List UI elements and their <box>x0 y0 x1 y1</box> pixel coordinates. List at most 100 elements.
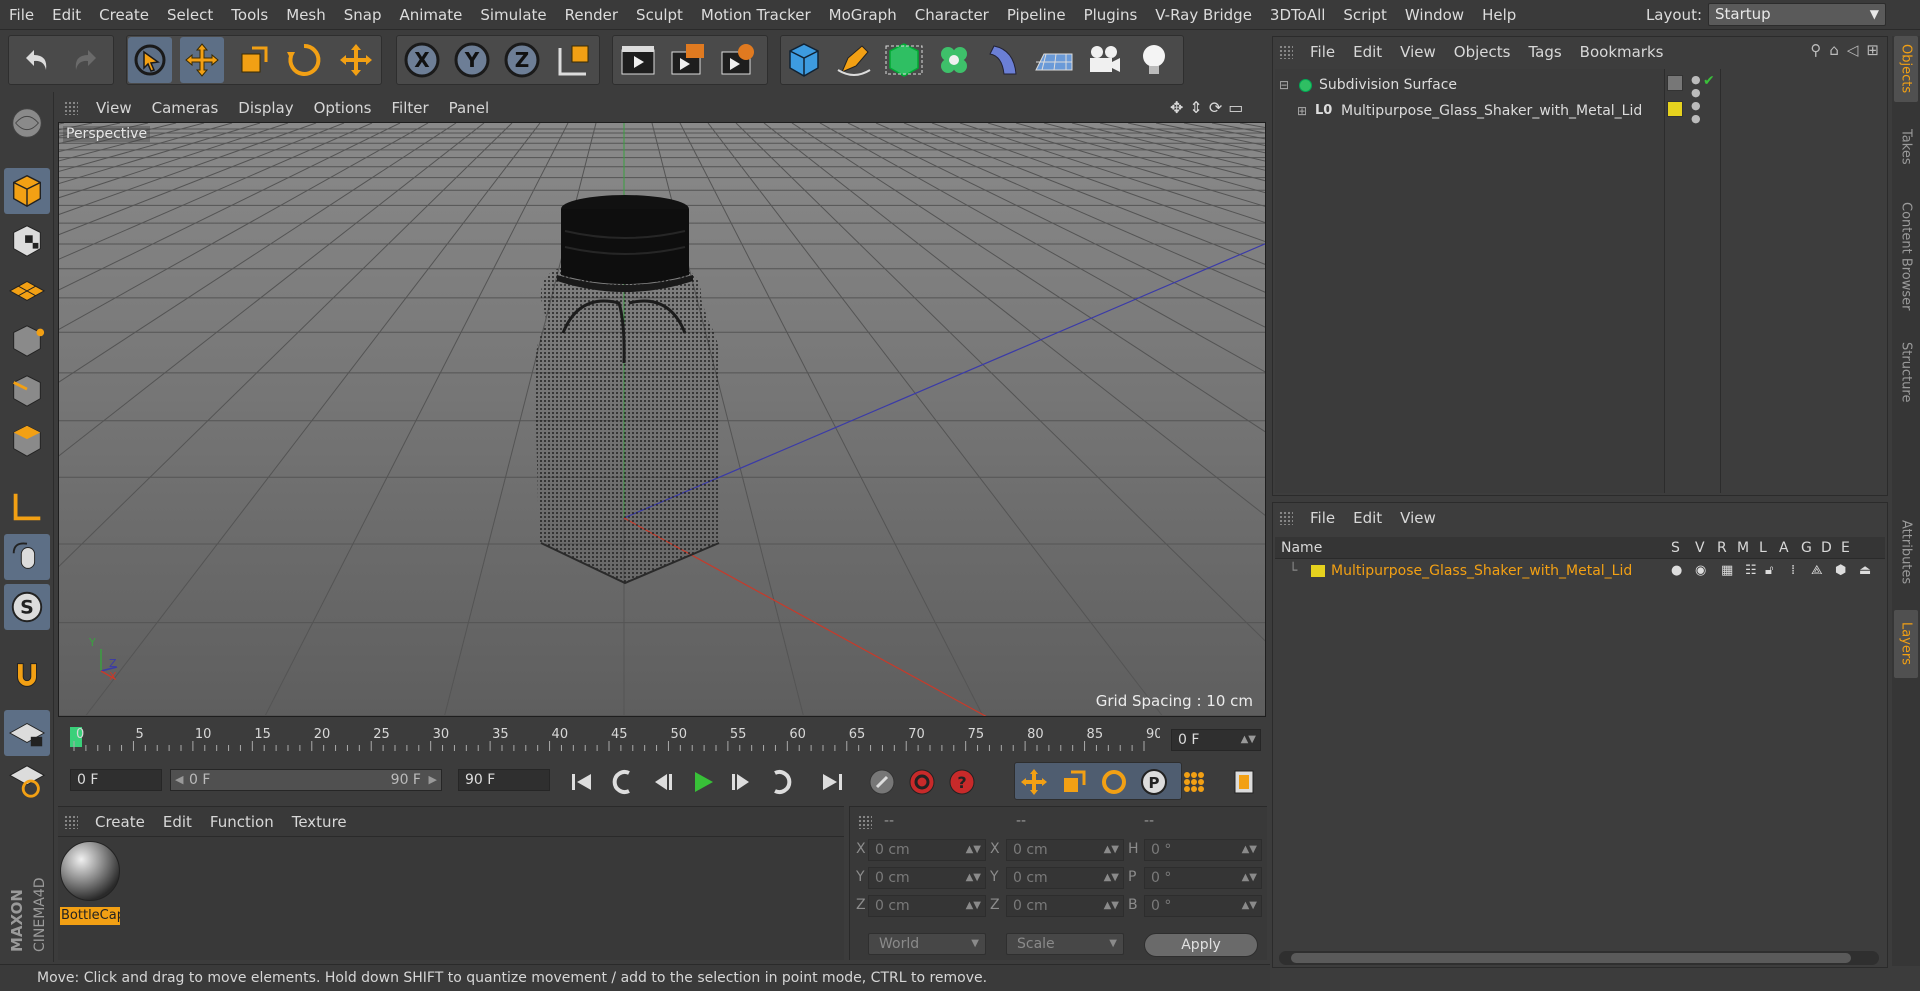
menu-select[interactable]: Select <box>158 6 222 24</box>
scale-icon[interactable] <box>232 37 276 83</box>
search-icon[interactable]: ⚲ <box>1810 41 1821 59</box>
menu-sculpt[interactable]: Sculpt <box>627 6 692 24</box>
menu-3dtoall[interactable]: 3DToAll <box>1261 6 1334 24</box>
floor-icon[interactable] <box>1032 37 1076 83</box>
key-scale-icon[interactable] <box>1056 764 1092 800</box>
menu-mesh[interactable]: Mesh <box>277 6 335 24</box>
back-icon[interactable]: ◁ <box>1847 41 1859 59</box>
viewport-menu-cameras[interactable]: Cameras <box>142 99 229 117</box>
expression-icon[interactable]: ⏏ <box>1859 559 1871 583</box>
menu-simulate[interactable]: Simulate <box>471 6 555 24</box>
menu-render[interactable]: Render <box>556 6 627 24</box>
tab-objects[interactable]: Objects <box>1894 36 1918 102</box>
stepper-icon[interactable]: ▲▼ <box>1104 868 1119 888</box>
rotate-icon[interactable] <box>282 37 326 83</box>
menu-window[interactable]: Window <box>1396 6 1473 24</box>
menu-edit[interactable]: Edit <box>43 6 90 24</box>
render-view-icon[interactable] <box>616 37 660 83</box>
deformer-icon[interactable] <box>982 37 1026 83</box>
layer-row[interactable]: └ Multipurpose_Glass_Shaker_with_Metal_L… <box>1275 559 1885 583</box>
solo-dot-icon[interactable]: ● <box>1671 559 1682 583</box>
layer-column-a[interactable]: A <box>1779 537 1789 559</box>
material-menu-create[interactable]: Create <box>86 813 154 831</box>
stepper-icon[interactable]: ▲▼ <box>1104 840 1119 860</box>
layer-menu-view[interactable]: View <box>1391 509 1445 527</box>
stepper-icon[interactable]: ▲▼ <box>966 840 981 860</box>
object-menu-file[interactable]: File <box>1301 43 1344 61</box>
key-parameter-icon[interactable]: P <box>1136 764 1172 800</box>
viewport-menu-display[interactable]: Display <box>228 99 303 117</box>
edges-mode-icon[interactable] <box>4 368 50 414</box>
coord-field[interactable]: 0 cm ▲▼ <box>1006 867 1124 889</box>
stepper-icon[interactable]: ▲▼ <box>1242 868 1257 888</box>
coord-field[interactable]: 0 cm ▲▼ <box>868 839 986 861</box>
orbit-view-icon[interactable]: ⟳ <box>1209 98 1222 117</box>
generator-icon[interactable]: ⟁ <box>1811 559 1823 583</box>
autokey-icon[interactable] <box>904 764 940 800</box>
texture-mode-icon[interactable] <box>4 218 50 264</box>
object-menu-view[interactable]: View <box>1391 43 1445 61</box>
keyframe-selection-icon[interactable]: ? <box>944 764 980 800</box>
layer-column-m[interactable]: M <box>1737 537 1749 559</box>
redo-icon[interactable] <box>64 37 108 83</box>
key-rotation-icon[interactable] <box>1096 764 1132 800</box>
menu-create[interactable]: Create <box>90 6 158 24</box>
lock-icon[interactable]: 🔓︎ <box>1765 559 1773 583</box>
previous-key-icon[interactable] <box>604 764 640 800</box>
layer-tag-icon[interactable] <box>1667 75 1683 91</box>
layer-column-r[interactable]: R <box>1717 537 1727 559</box>
material-menu-function[interactable]: Function <box>201 813 283 831</box>
light-icon[interactable] <box>1132 37 1176 83</box>
timeline-window-icon[interactable] <box>1226 764 1262 800</box>
layer-column-e[interactable]: E <box>1841 537 1850 559</box>
enabled-check-icon[interactable]: ✔ <box>1703 73 1715 89</box>
current-frame-field[interactable]: 0 F ▲▼ <box>1171 729 1261 751</box>
layer-column-name[interactable]: Name <box>1281 537 1322 559</box>
object-name[interactable]: Subdivision Surface <box>1319 73 1457 97</box>
visibility-dots-icon[interactable]: ● ● <box>1691 73 1701 99</box>
scrollbar-thumb[interactable] <box>1291 953 1851 963</box>
menu-help[interactable]: Help <box>1473 6 1525 24</box>
y-axis-icon[interactable]: Y <box>450 37 494 83</box>
layer-color-swatch[interactable] <box>1311 565 1325 577</box>
object-menu-tags[interactable]: Tags <box>1519 43 1570 61</box>
tab-layers[interactable]: Layers <box>1894 610 1918 678</box>
menu-character[interactable]: Character <box>906 6 998 24</box>
points-mode-icon[interactable] <box>4 318 50 364</box>
tweak-mode-icon[interactable] <box>4 534 50 580</box>
tab-attributes[interactable]: Attributes <box>1894 502 1918 602</box>
stepper-icon[interactable]: ▲▼ <box>1242 896 1257 916</box>
key-position-icon[interactable] <box>1016 764 1052 800</box>
material-menu-texture[interactable]: Texture <box>283 813 356 831</box>
subdivision-icon[interactable] <box>882 37 926 83</box>
menu-file[interactable]: File <box>0 6 43 24</box>
deformer-flag-icon[interactable]: ⬢ <box>1835 559 1846 583</box>
frame-range-slider[interactable]: ◀ 0 F 90 F ▶ <box>170 769 442 791</box>
home-icon[interactable]: ⌂ <box>1829 41 1839 59</box>
manager-icon[interactable]: ☷ <box>1745 559 1757 583</box>
model-mode-icon[interactable] <box>4 100 50 146</box>
layer-column-d[interactable]: D <box>1821 537 1832 559</box>
layer-name[interactable]: Multipurpose_Glass_Shaker_with_Metal_Lid <box>1331 559 1632 583</box>
snap-magnet-icon[interactable] <box>4 652 50 698</box>
layer-horizontal-scrollbar[interactable] <box>1279 951 1879 965</box>
menu-snap[interactable]: Snap <box>335 6 391 24</box>
menu-tools[interactable]: Tools <box>222 6 277 24</box>
grip-icon[interactable] <box>1279 511 1293 525</box>
timeline-ruler[interactable]: 0 5 10 15 20 25 30 35 40 45 50 55 60 65 70 75 80 85 90 <box>70 725 1160 755</box>
x-axis-icon[interactable]: X <box>400 37 444 83</box>
axis-mode-icon[interactable] <box>4 484 50 530</box>
menu-motion-tracker[interactable]: Motion Tracker <box>692 6 820 24</box>
viewport-menu-view[interactable]: View <box>86 99 142 117</box>
end-frame-field[interactable]: 90 F <box>458 769 550 791</box>
coordinate-system-icon[interactable] <box>552 37 596 83</box>
next-frame-icon[interactable] <box>724 764 760 800</box>
material-item[interactable]: BottleCap <box>58 841 120 927</box>
cube-icon[interactable] <box>782 37 826 83</box>
workplane-icon[interactable] <box>4 266 50 312</box>
material-menu-edit[interactable]: Edit <box>154 813 201 831</box>
material-name[interactable]: BottleCap <box>60 907 120 925</box>
menu-animate[interactable]: Animate <box>391 6 472 24</box>
dolly-view-icon[interactable]: ⇕ <box>1189 98 1202 117</box>
viewport-menu-panel[interactable]: Panel <box>439 99 499 117</box>
